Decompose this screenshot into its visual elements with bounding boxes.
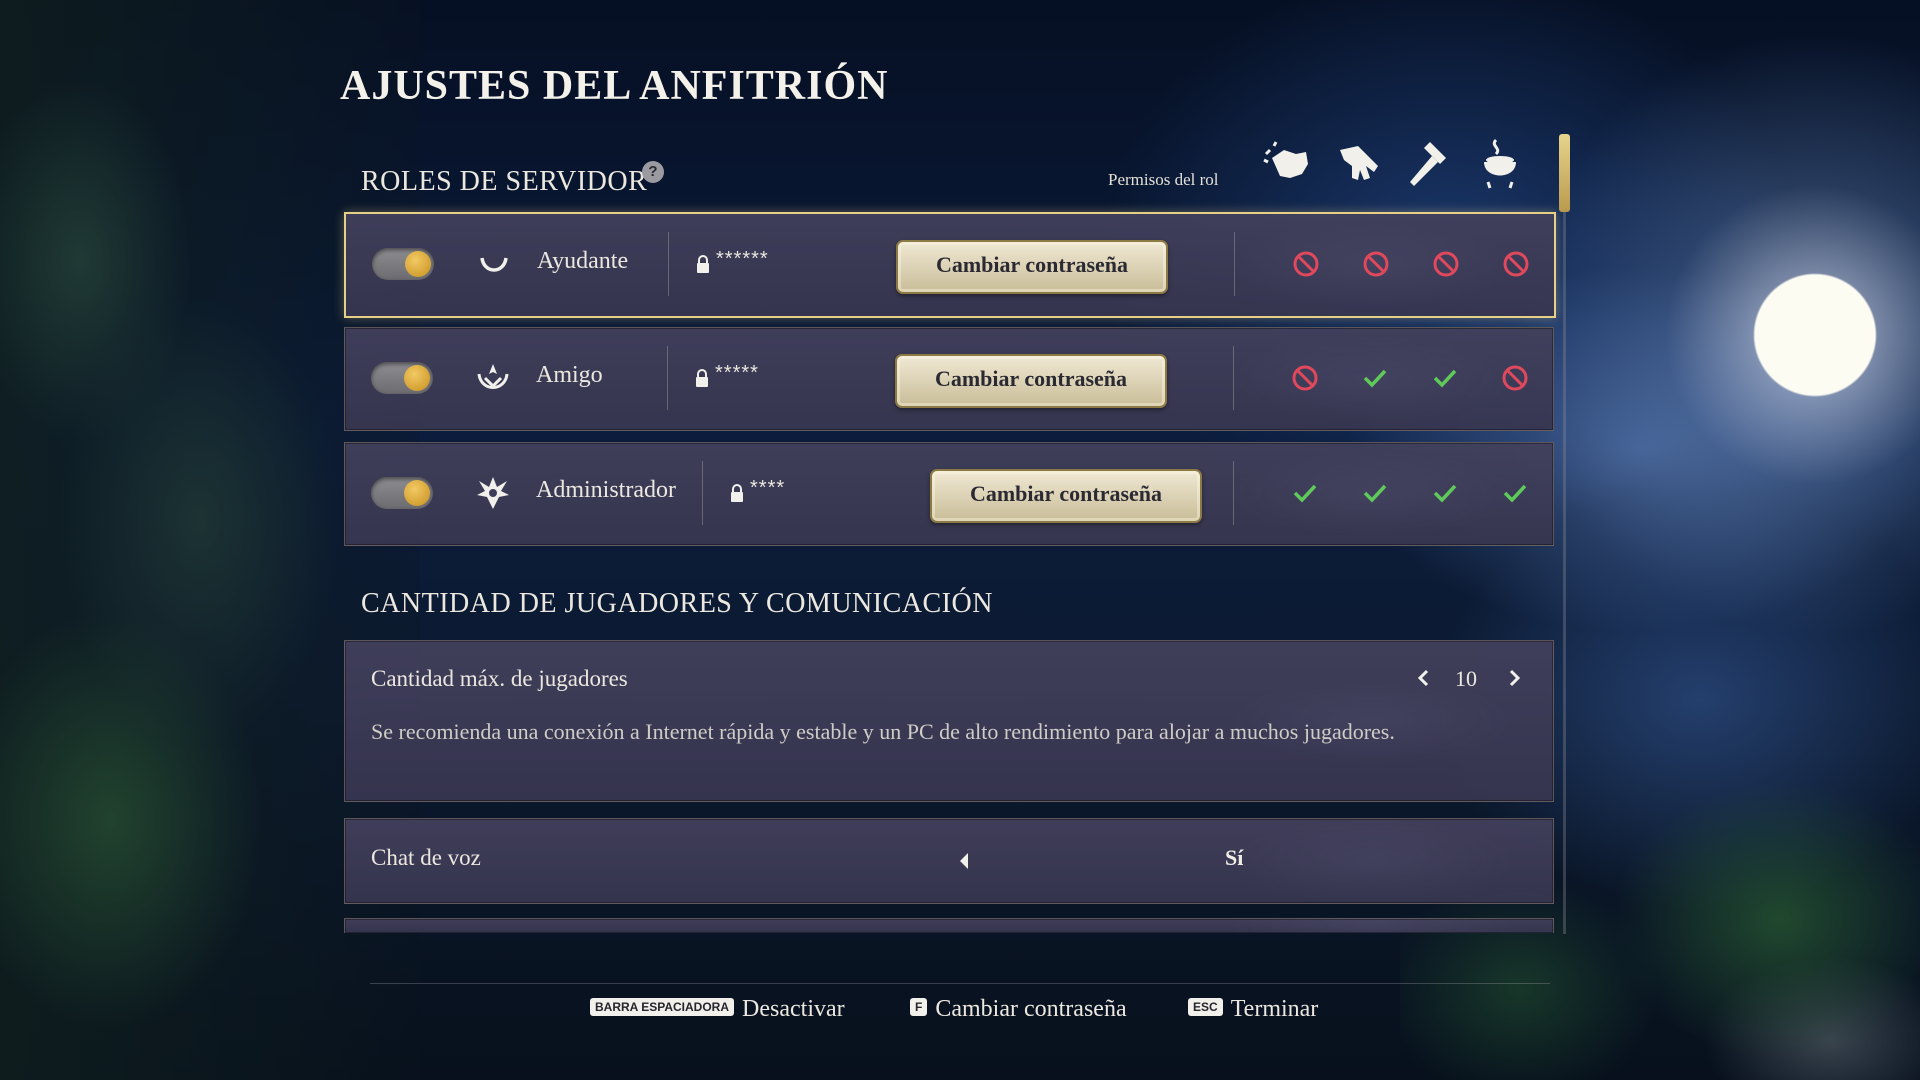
page-title: AJUSTES DEL ANFITRIÓN bbox=[340, 63, 889, 109]
divider bbox=[668, 232, 669, 296]
lock-icon bbox=[731, 484, 743, 502]
denied-icon bbox=[1433, 251, 1459, 277]
help-icon[interactable]: ? bbox=[642, 161, 664, 183]
permissions-label: Permisos del rol bbox=[1108, 170, 1219, 189]
voice-chat-label: Chat de voz bbox=[371, 845, 481, 870]
admin-rune-icon bbox=[477, 477, 509, 509]
denied-icon bbox=[1503, 251, 1529, 277]
chevron-left-icon[interactable] bbox=[955, 847, 973, 875]
players-section-header: CANTIDAD DE JUGADORES Y COMUNICACIÓN bbox=[361, 588, 993, 619]
role-enable-toggle[interactable] bbox=[371, 362, 433, 394]
change-password-button[interactable]: Cambiar contraseña bbox=[896, 240, 1168, 294]
denied-icon bbox=[1293, 251, 1319, 277]
change-password-button[interactable]: Cambiar contraseña bbox=[895, 354, 1167, 408]
footer-action-label: Terminar bbox=[1230, 996, 1319, 1022]
cauldron-icon bbox=[1484, 138, 1516, 189]
divider bbox=[1233, 461, 1234, 525]
key-badge: ESC bbox=[1188, 998, 1223, 1017]
role-name: Amigo bbox=[536, 362, 603, 388]
denied-icon bbox=[1502, 365, 1528, 391]
voice-chat-value: Sí bbox=[1225, 845, 1244, 870]
allowed-check-icon bbox=[1433, 369, 1457, 388]
max-players-label: Cantidad máx. de jugadores bbox=[371, 666, 628, 691]
allowed-check-icon bbox=[1433, 484, 1457, 503]
role-row-ayudante[interactable]: Ayudante ****** Cambiar contraseña bbox=[344, 212, 1556, 318]
denied-icon bbox=[1363, 251, 1389, 277]
allowed-check-icon bbox=[1293, 484, 1317, 503]
footer-hint-change-password[interactable]: F Cambiar contraseña bbox=[910, 996, 1127, 1023]
allowed-check-icon bbox=[1363, 484, 1387, 503]
divider bbox=[1233, 346, 1234, 410]
glove-icon bbox=[1340, 146, 1378, 180]
role-name: Administrador bbox=[536, 477, 676, 503]
lock-icon bbox=[697, 255, 709, 273]
fist-icon bbox=[1263, 141, 1308, 178]
scrollbar-track[interactable] bbox=[1563, 134, 1566, 934]
key-badge: F bbox=[910, 998, 928, 1017]
footer-action-label: Cambiar contraseña bbox=[935, 996, 1127, 1022]
change-password-button[interactable]: Cambiar contraseña bbox=[930, 469, 1202, 523]
scrollbar-thumb[interactable] bbox=[1559, 134, 1570, 212]
divider bbox=[1234, 232, 1235, 296]
lock-icon bbox=[696, 369, 708, 387]
role-enable-toggle[interactable] bbox=[372, 248, 434, 280]
roles-section-header: ROLES DE SERVIDOR bbox=[361, 166, 648, 197]
key-badge: BARRA ESPACIADORA bbox=[590, 998, 735, 1017]
role-row-amigo[interactable]: Amigo ***** Cambiar contraseña bbox=[344, 327, 1554, 431]
password-mask: **** bbox=[750, 477, 786, 499]
chevron-left-icon[interactable] bbox=[1415, 664, 1433, 692]
max-players-value: 10 bbox=[1455, 666, 1477, 691]
footer-action-label: Desactivar bbox=[742, 996, 845, 1022]
denied-icon bbox=[1292, 365, 1318, 391]
role-enable-toggle[interactable] bbox=[371, 477, 433, 509]
password-mask: ***** bbox=[715, 362, 759, 384]
footer-divider bbox=[370, 983, 1550, 984]
allowed-check-icon bbox=[1503, 484, 1527, 503]
password-mask: ****** bbox=[716, 248, 769, 270]
max-players-description: Se recomienda una conexión a Internet rá… bbox=[371, 719, 1395, 744]
hammer-icon bbox=[1410, 142, 1446, 186]
helper-rune-icon bbox=[480, 257, 508, 272]
next-setting-panel-partial bbox=[344, 918, 1554, 933]
chevron-right-icon[interactable] bbox=[1505, 664, 1523, 692]
toggle-knob bbox=[405, 251, 431, 277]
max-players-panel[interactable]: Cantidad máx. de jugadores 10 Se recomie… bbox=[344, 640, 1554, 802]
divider bbox=[702, 461, 703, 525]
role-row-administrador[interactable]: Administrador **** Cambiar contraseña bbox=[344, 442, 1554, 546]
toggle-knob bbox=[404, 365, 430, 391]
divider bbox=[667, 346, 668, 410]
allowed-check-icon bbox=[1363, 369, 1387, 388]
toggle-knob bbox=[404, 480, 430, 506]
footer-hint-deactivate[interactable]: BARRA ESPACIADORA Desactivar bbox=[590, 996, 845, 1023]
role-name: Ayudante bbox=[537, 248, 629, 274]
footer-hint-finish[interactable]: ESC Terminar bbox=[1188, 996, 1318, 1023]
friend-rune-icon bbox=[477, 364, 509, 389]
voice-chat-panel[interactable]: Chat de voz Sí bbox=[344, 818, 1554, 904]
